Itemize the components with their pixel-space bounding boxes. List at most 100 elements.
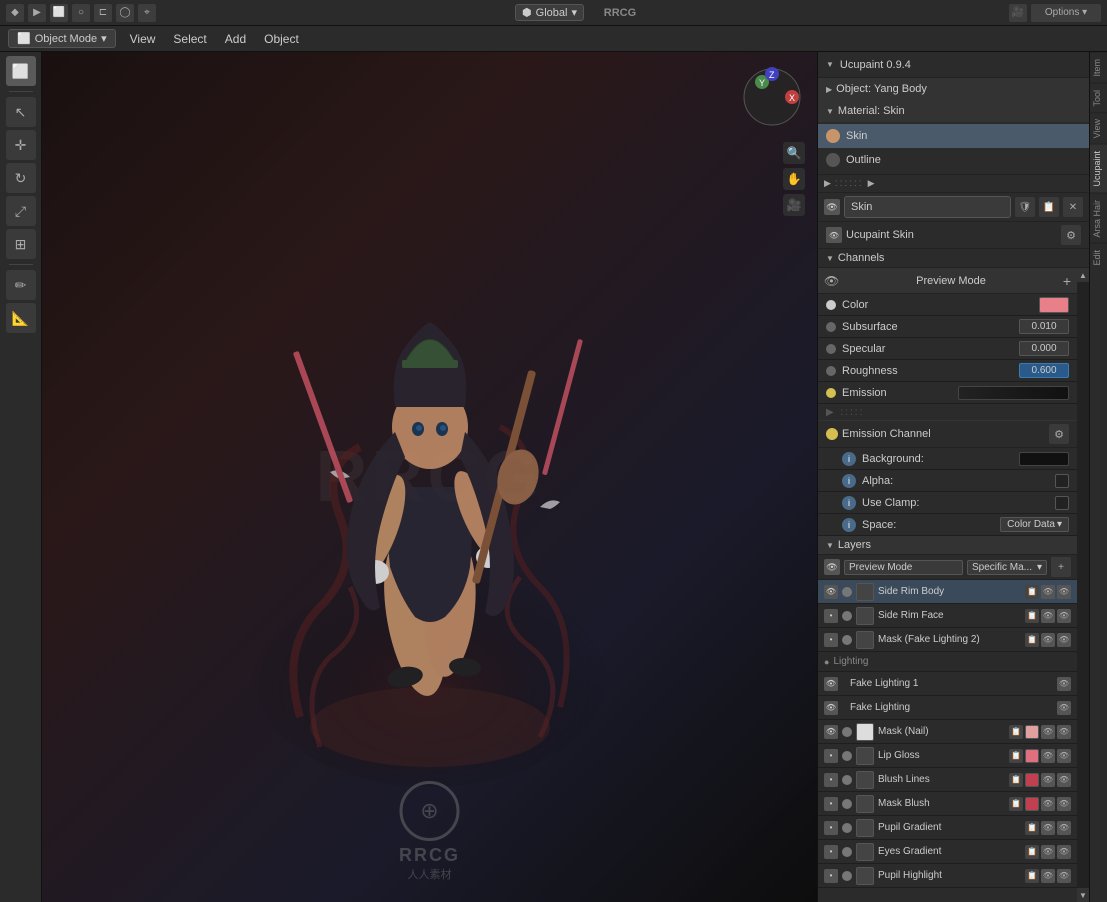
layer-mask-fake-lighting-2[interactable]: • Mask (Fake Lighting 2) 📋 👁 👁 — [818, 628, 1077, 652]
menu-add[interactable]: Add — [221, 30, 250, 48]
mask-blush-copy-icon[interactable]: 📋 — [1009, 797, 1023, 811]
layer-copy2-icon[interactable]: 📋 — [1025, 609, 1039, 623]
layer-blush-lines[interactable]: • Blush Lines 📋 👁 👁 — [818, 768, 1077, 792]
ucupaint-eye-icon[interactable]: 👁 — [826, 227, 842, 243]
annotate-tool[interactable]: ✏ — [6, 270, 36, 300]
layers-eye[interactable]: 👁 — [824, 559, 840, 575]
pupil-hi-eye-icon[interactable]: 👁 — [1057, 869, 1071, 883]
layer-vis2-icon[interactable]: 👁 — [1041, 609, 1055, 623]
layer-pupil-gradient[interactable]: • Pupil Gradient 📋 👁 👁 — [818, 816, 1077, 840]
background-swatch[interactable] — [1019, 452, 1069, 466]
channels-header[interactable]: ▼ Channels — [818, 249, 1089, 268]
global-dropdown[interactable]: ⬢ Global ▾ — [515, 4, 584, 21]
layer-eye-lip[interactable]: • — [824, 749, 838, 763]
select-mode-lasso[interactable]: ⊏ — [94, 4, 112, 22]
clamp-info-icon[interactable]: i — [842, 496, 856, 510]
layer-eye-fake1[interactable]: 👁 — [824, 677, 838, 691]
layers-add-btn[interactable]: + — [1051, 557, 1071, 577]
render-icon[interactable]: 🎥 — [1009, 4, 1027, 22]
pupil-hi-copy-icon[interactable]: 📋 — [1025, 869, 1039, 883]
skin-copy-icon[interactable]: 📋 — [1039, 197, 1059, 217]
lip-eye-icon[interactable]: 👁 — [1057, 749, 1071, 763]
blush-eye-icon[interactable]: 👁 — [1057, 773, 1071, 787]
clamp-checkbox[interactable] — [1055, 496, 1069, 510]
emission-channel-header[interactable]: Emission Channel ⚙ — [818, 420, 1077, 448]
layer-eye-pupil-grad[interactable]: • — [824, 821, 838, 835]
preview-eye-icon[interactable]: 👁 — [818, 274, 845, 288]
layer-fake-lighting-1[interactable]: 👁 Fake Lighting 1 👁 — [818, 672, 1077, 696]
menu-select[interactable]: Select — [169, 30, 210, 48]
prop-scroll-down[interactable]: ▼ — [1077, 888, 1089, 902]
layer-mask-blush[interactable]: • Mask Blush 📋 👁 👁 — [818, 792, 1077, 816]
nail-copy-icon[interactable]: 📋 — [1009, 725, 1023, 739]
select-mode-circle[interactable]: ○ — [72, 4, 90, 22]
layer-eye-side-rim-body[interactable]: 👁 — [824, 585, 838, 599]
eyes-grad-vis-icon[interactable]: 👁 — [1041, 845, 1055, 859]
layer-eye-mask-fake[interactable]: • — [824, 633, 838, 647]
skin-eye-icon[interactable]: 👁 — [824, 199, 840, 215]
layer-eye-mask-blush[interactable]: • — [824, 797, 838, 811]
pupil-hi-vis-icon[interactable]: 👁 — [1041, 869, 1055, 883]
material-skin[interactable]: Skin — [818, 124, 1089, 148]
layers-mode-dropdown[interactable]: Preview Mode — [844, 560, 963, 575]
select-mode-box[interactable]: ⬜ — [50, 4, 68, 22]
pan-tool[interactable]: ✋ — [783, 168, 805, 190]
roughness-value[interactable]: 0.600 — [1019, 363, 1069, 378]
layer-eye2-icon[interactable]: 👁 — [1057, 585, 1071, 599]
alpha-checkbox[interactable] — [1055, 474, 1069, 488]
layer-eyes-gradient[interactable]: • Eyes Gradient 📋 👁 👁 — [818, 840, 1077, 864]
layer-eye-fake[interactable]: 👁 — [824, 701, 838, 715]
object-row[interactable]: ▶ Object: Yang Body — [818, 78, 1089, 100]
viewport[interactable]: RRCG — [42, 52, 817, 902]
material-row[interactable]: ▼ Material: Skin — [818, 100, 1089, 122]
snap-icon[interactable]: ⌖ — [138, 4, 156, 22]
layer-pupil-highlight[interactable]: • Pupil Highlight 📋 👁 👁 — [818, 864, 1077, 888]
prop-scroll-up[interactable]: ▲ — [1077, 268, 1089, 282]
zoom-tool[interactable]: 🔍 — [783, 142, 805, 164]
layers-header[interactable]: ▼ Layers — [818, 536, 1077, 555]
ucupaint-gear-btn[interactable]: ⚙ — [1061, 225, 1081, 245]
layer-eye3-icon[interactable]: 👁 — [1057, 609, 1071, 623]
lip-vis-icon[interactable]: 👁 — [1041, 749, 1055, 763]
blush-vis-icon[interactable]: 👁 — [1041, 773, 1055, 787]
layer-copy3-icon[interactable]: 📋 — [1025, 633, 1039, 647]
select-box-tool[interactable]: ⬜ — [6, 56, 36, 86]
viewport-navigator[interactable]: X Y Z — [737, 62, 807, 132]
preview-plus-btn[interactable]: + — [1057, 273, 1077, 289]
pupil-grad-eye-icon[interactable]: 👁 — [1057, 821, 1071, 835]
space-value-dropdown[interactable]: Color Data ▾ — [1000, 517, 1069, 532]
blush-copy-icon[interactable]: 📋 — [1009, 773, 1023, 787]
mask-blush-vis-icon[interactable]: 👁 — [1041, 797, 1055, 811]
blender-icon[interactable]: ◆ — [6, 4, 24, 22]
rotate-tool[interactable]: ↻ — [6, 163, 36, 193]
workspace-icon[interactable]: ▶ — [28, 4, 46, 22]
layer-eye4-icon[interactable]: 👁 — [1057, 633, 1071, 647]
move-tool[interactable]: ✛ — [6, 130, 36, 160]
material-outline[interactable]: Outline — [818, 148, 1089, 172]
skin-shield-icon[interactable]: 🛡 — [1015, 197, 1035, 217]
subsurface-value[interactable]: 0.010 — [1019, 319, 1069, 334]
tab-edit[interactable]: Edit — [1090, 243, 1107, 272]
transform-tool[interactable]: ⊞ — [6, 229, 36, 259]
options-btn[interactable]: Options ▾ — [1031, 4, 1101, 22]
skin-name-input[interactable] — [844, 196, 1011, 218]
layer-mask-nail[interactable]: 👁 Mask (Nail) 📋 👁 👁 — [818, 720, 1077, 744]
layer-eye-blush[interactable]: • — [824, 773, 838, 787]
eyes-grad-eye-icon[interactable]: 👁 — [1057, 845, 1071, 859]
menu-object[interactable]: Object — [260, 30, 303, 48]
layers-specific-dropdown[interactable]: Specific Ma... ▾ — [967, 560, 1047, 575]
tab-item[interactable]: Item — [1090, 52, 1107, 83]
menu-view[interactable]: View — [126, 30, 160, 48]
tab-ucupaint[interactable]: Ucupaint — [1090, 144, 1107, 193]
layer-eye-nail[interactable]: 👁 — [824, 725, 838, 739]
alpha-info-icon[interactable]: i — [842, 474, 856, 488]
color-swatch[interactable] — [1039, 297, 1069, 313]
layer-lip-gloss[interactable]: • Lip Gloss 📋 👁 👁 — [818, 744, 1077, 768]
layer-vis3-icon[interactable]: 👁 — [1041, 633, 1055, 647]
eyes-grad-copy-icon[interactable]: 📋 — [1025, 845, 1039, 859]
layer-vis5-icon[interactable]: 👁 — [1057, 701, 1071, 715]
layer-vis4-icon[interactable]: 👁 — [1057, 677, 1071, 691]
lip-copy-icon[interactable]: 📋 — [1009, 749, 1023, 763]
layer-vis-icon[interactable]: 👁 — [1041, 585, 1055, 599]
bg-info-icon[interactable]: i — [842, 452, 856, 466]
